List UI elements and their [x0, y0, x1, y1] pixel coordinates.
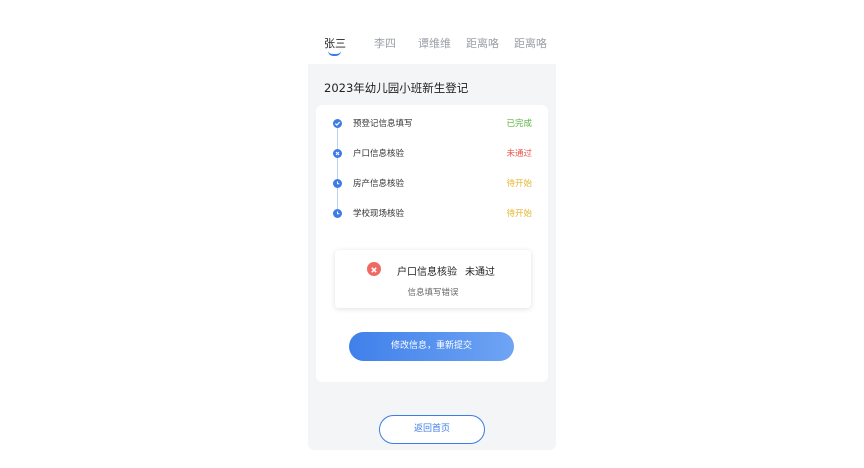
step-item: 户口信息核验 未通过	[308, 146, 556, 162]
step-label: 学校现场核验	[353, 209, 405, 219]
step-label: 房产信息核验	[353, 179, 405, 189]
step-item: 房产信息核验 待开始	[308, 176, 556, 192]
error-circle-icon	[367, 262, 381, 276]
mobile-screen: 张三 李四 谭维维 距离咯 距离咯 2023年幼儿园小班新生登记 预登记信息填写…	[308, 18, 556, 450]
result-status: 未通过	[465, 267, 495, 278]
step-label: 户口信息核验	[353, 149, 405, 159]
step-item: 预登记信息填写 已完成	[308, 116, 556, 132]
step-status: 未通过	[506, 149, 532, 159]
check-icon	[333, 119, 342, 128]
tab-julilo-2[interactable]: 距离咯	[514, 35, 547, 57]
result-description: 信息填写错误	[407, 288, 459, 298]
person-tabs: 张三 李四 谭维维 距离咯 距离咯	[308, 18, 556, 64]
step-status: 待开始	[506, 209, 532, 219]
modify-resubmit-button[interactable]: 修改信息，重新提交	[349, 332, 514, 361]
result-title-row: 户口信息核验 未通过	[397, 263, 495, 278]
clock-icon	[333, 209, 342, 218]
result-title: 户口信息核验	[397, 267, 457, 278]
step-status: 已完成	[506, 119, 532, 129]
step-status: 待开始	[506, 179, 532, 189]
tab-lisi[interactable]: 李四	[374, 35, 396, 57]
step-item: 学校现场核验 待开始	[308, 206, 556, 222]
page-title: 2023年幼儿园小班新生登记	[324, 81, 469, 95]
close-icon	[333, 149, 342, 158]
tab-julilo-1[interactable]: 距离咯	[466, 35, 499, 57]
step-label: 预登记信息填写	[353, 119, 413, 129]
tab-tanweiwei[interactable]: 谭维维	[418, 35, 451, 57]
result-panel: 户口信息核验 未通过 信息填写错误	[335, 250, 531, 308]
timeline-line	[337, 122, 338, 210]
clock-icon	[333, 179, 342, 188]
back-home-button[interactable]: 返回首页	[379, 415, 485, 444]
